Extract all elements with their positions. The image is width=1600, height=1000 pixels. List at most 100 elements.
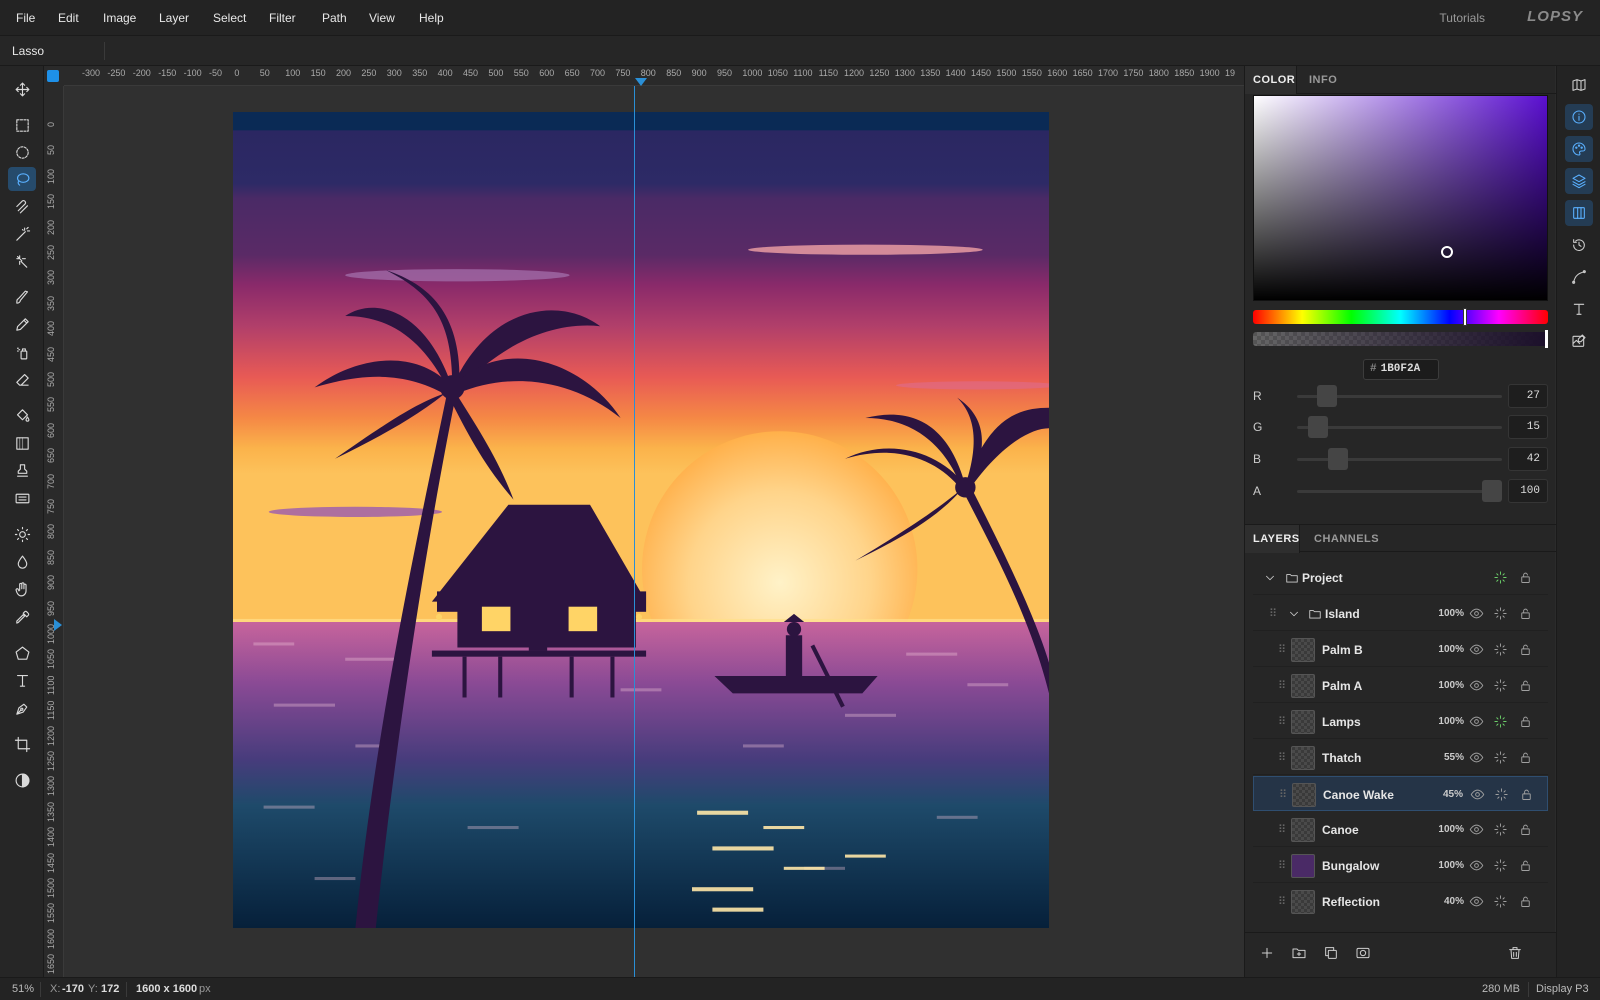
- tab-color[interactable]: COLOR: [1253, 74, 1295, 86]
- channel-b-input[interactable]: 42: [1508, 447, 1548, 471]
- effects-icon[interactable]: [1493, 642, 1508, 657]
- layer-row[interactable]: ⠿ Canoe 100%: [1253, 812, 1548, 847]
- new-group-button[interactable]: [1291, 945, 1309, 963]
- ellipse-select-tool[interactable]: [8, 140, 36, 164]
- tab-layers[interactable]: LAYERS: [1253, 533, 1300, 545]
- lasso-tool[interactable]: [8, 167, 36, 191]
- channel-r-handle[interactable]: [1316, 385, 1337, 407]
- layer-opacity[interactable]: 100%: [1438, 644, 1464, 655]
- drag-handle-icon[interactable]: ⠿: [1278, 715, 1286, 728]
- character-button[interactable]: [1565, 296, 1593, 322]
- drag-handle-icon[interactable]: ⠿: [1269, 607, 1277, 620]
- hue-slider[interactable]: [1253, 310, 1548, 324]
- lock-icon[interactable]: [1518, 750, 1533, 765]
- effects-icon[interactable]: [1493, 570, 1508, 585]
- channel-a-input[interactable]: 100: [1508, 479, 1548, 503]
- layer-opacity[interactable]: 100%: [1438, 608, 1464, 619]
- tab-info[interactable]: INFO: [1309, 74, 1337, 86]
- contrast-tool[interactable]: [8, 768, 36, 792]
- drag-handle-icon[interactable]: ⠿: [1279, 788, 1287, 801]
- mask-layer-button[interactable]: [1355, 945, 1373, 963]
- color-picker-cursor[interactable]: [1441, 246, 1453, 258]
- bucket-tool[interactable]: [8, 403, 36, 427]
- menu-edit[interactable]: Edit: [58, 11, 79, 25]
- layer-row[interactable]: ⠿ Palm B 100%: [1253, 632, 1548, 667]
- eraser-tool[interactable]: [8, 367, 36, 391]
- lock-icon[interactable]: [1518, 606, 1533, 621]
- eye-icon[interactable]: [1469, 606, 1484, 621]
- layer-opacity[interactable]: 100%: [1438, 680, 1464, 691]
- eye-icon[interactable]: [1469, 678, 1484, 693]
- lock-icon[interactable]: [1518, 822, 1533, 837]
- layer-row[interactable]: ⠿ Lamps 100%: [1253, 704, 1548, 739]
- eye-icon[interactable]: [1469, 714, 1484, 729]
- effects-icon[interactable]: [1494, 787, 1509, 802]
- channel-a-handle[interactable]: [1482, 480, 1502, 502]
- layer-opacity[interactable]: 100%: [1438, 860, 1464, 871]
- delete-layer-button[interactable]: [1507, 945, 1525, 963]
- lock-icon[interactable]: [1518, 714, 1533, 729]
- gradient-tool[interactable]: [8, 431, 36, 455]
- eye-icon[interactable]: [1469, 750, 1484, 765]
- magnetic-lasso-tool[interactable]: [8, 194, 36, 218]
- navigator-button[interactable]: [1565, 72, 1593, 98]
- image-adjust-button[interactable]: [1565, 328, 1593, 354]
- zoom-level[interactable]: 51%: [12, 983, 34, 995]
- lock-icon[interactable]: [1518, 642, 1533, 657]
- menu-select[interactable]: Select: [213, 11, 246, 25]
- lock-icon[interactable]: [1518, 570, 1533, 585]
- duplicate-layer-button[interactable]: [1323, 945, 1341, 963]
- tutorials-link[interactable]: Tutorials: [1439, 11, 1485, 25]
- layer-row[interactable]: ⠿ Palm A 100%: [1253, 668, 1548, 703]
- magic-wand-tool[interactable]: [8, 222, 36, 246]
- effects-icon[interactable]: [1493, 606, 1508, 621]
- guide-marker-left[interactable]: [54, 619, 62, 631]
- layer-row[interactable]: ⠿ Thatch 55%: [1253, 740, 1548, 775]
- canvas-area[interactable]: [64, 86, 1244, 977]
- lock-icon[interactable]: [1518, 858, 1533, 873]
- layers-button[interactable]: [1565, 168, 1593, 194]
- menu-image[interactable]: Image: [103, 11, 136, 25]
- spray-tool[interactable]: [8, 340, 36, 364]
- drag-handle-icon[interactable]: ⠿: [1278, 679, 1286, 692]
- vertical-guide[interactable]: [634, 86, 635, 977]
- pencil-tool[interactable]: [8, 312, 36, 336]
- effects-icon[interactable]: [1493, 822, 1508, 837]
- hue-slider-handle[interactable]: [1463, 308, 1467, 326]
- hex-input[interactable]: #1B0F2A: [1363, 359, 1439, 380]
- drag-handle-icon[interactable]: ⠿: [1278, 823, 1286, 836]
- eye-icon[interactable]: [1469, 642, 1484, 657]
- lock-icon[interactable]: [1519, 787, 1534, 802]
- effects-icon[interactable]: [1493, 678, 1508, 693]
- shape-tool[interactable]: [8, 641, 36, 665]
- drag-handle-icon[interactable]: ⠿: [1278, 895, 1286, 908]
- menu-view[interactable]: View: [369, 11, 395, 25]
- effects-icon[interactable]: [1493, 750, 1508, 765]
- paths-button[interactable]: [1565, 264, 1593, 290]
- dodge-tool[interactable]: [8, 522, 36, 546]
- channel-g-handle[interactable]: [1307, 416, 1328, 438]
- layer-opacity[interactable]: 40%: [1444, 896, 1464, 907]
- move-tool[interactable]: [8, 77, 36, 101]
- text-tool[interactable]: [8, 668, 36, 692]
- tab-channels[interactable]: CHANNELS: [1314, 533, 1379, 545]
- effects-icon[interactable]: [1493, 894, 1508, 909]
- pen-tool[interactable]: [8, 696, 36, 720]
- layer-row-selected[interactable]: ⠿ Canoe Wake 45%: [1253, 776, 1548, 811]
- history-button[interactable]: [1565, 232, 1593, 258]
- pattern-tool[interactable]: [8, 486, 36, 510]
- channel-g-input[interactable]: 15: [1508, 415, 1548, 439]
- guide-marker-top[interactable]: [635, 78, 647, 86]
- color-button[interactable]: [1565, 136, 1593, 162]
- menu-help[interactable]: Help: [419, 11, 444, 25]
- rect-select-tool[interactable]: [8, 113, 36, 137]
- channels-button[interactable]: [1565, 200, 1593, 226]
- saturation-value-picker[interactable]: [1253, 95, 1548, 301]
- crop-tool[interactable]: [8, 732, 36, 756]
- blur-tool[interactable]: [8, 550, 36, 574]
- menu-filter[interactable]: Filter: [269, 11, 296, 25]
- eyedropper-tool[interactable]: [8, 605, 36, 629]
- drag-handle-icon[interactable]: ⠿: [1278, 751, 1286, 764]
- stamp-tool[interactable]: [8, 458, 36, 482]
- ruler-corner[interactable]: [44, 66, 64, 86]
